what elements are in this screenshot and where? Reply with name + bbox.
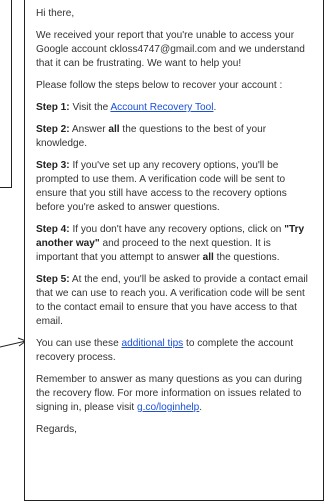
step-1-text: Visit the — [69, 102, 111, 113]
panel-border-line — [0, 0, 12, 188]
email-message-card: Hi there, We received your report that y… — [24, 0, 324, 501]
greeting: Hi there, — [36, 8, 75, 19]
email-body: Hi there, We received your report that y… — [25, 0, 323, 437]
instructions-paragraph: Please follow the steps below to recover… — [36, 80, 283, 91]
step-2: Step 2: Answer all the questions to the … — [36, 124, 267, 149]
step-5-label: Step 5: — [36, 274, 70, 285]
arrow-pointer-icon — [0, 337, 26, 348]
account-recovery-tool-link[interactable]: Account Recovery Tool — [110, 102, 213, 113]
additional-tips-link[interactable]: additional tips — [122, 338, 184, 349]
tips-paragraph: You can use these additional tips to com… — [36, 338, 294, 363]
remember-paragraph: Remember to answer as many questions as … — [36, 374, 302, 413]
step-1: Step 1: Visit the Account Recovery Tool. — [36, 102, 217, 113]
step-1-label: Step 1: — [36, 102, 70, 113]
step-3-label: Step 3: — [36, 160, 70, 171]
report-paragraph: We received your report that you're unab… — [36, 30, 305, 69]
loginhelp-link[interactable]: g.co/loginhelp — [137, 402, 199, 413]
closing: Regards, — [36, 424, 77, 435]
step-4-label: Step 4: — [36, 224, 70, 235]
step-3: Step 3: If you've set up any recovery op… — [36, 160, 287, 213]
step-4: Step 4: If you don't have any recovery o… — [36, 224, 305, 263]
step-2-label: Step 2: — [36, 124, 70, 135]
step-5: Step 5: At the end, you'll be asked to p… — [36, 274, 308, 327]
